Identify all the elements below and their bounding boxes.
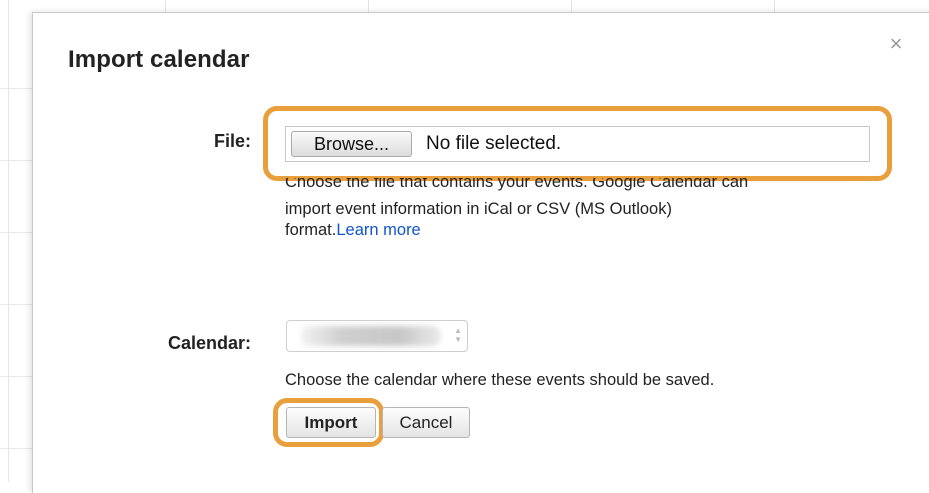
calendar-label: Calendar: [167, 333, 251, 353]
import-button-highlight [273, 398, 384, 447]
calendar-select[interactable]: ▲ ▼ [286, 320, 468, 352]
learn-more-link[interactable]: Learn more [336, 221, 420, 239]
file-label: File: [213, 131, 251, 151]
blurred-calendar-name [301, 326, 441, 346]
cancel-button[interactable]: Cancel [382, 407, 470, 438]
file-input-highlight [263, 106, 892, 181]
calendar-help-text: Choose the calendar where these events s… [285, 371, 715, 389]
select-arrows-icon: ▲ ▼ [454, 326, 462, 344]
dialog-title: Import calendar [68, 46, 250, 73]
file-help-line-2: import event information in iCal or CSV … [285, 200, 672, 218]
file-help-text: Choose the file that contains your event… [285, 178, 885, 241]
close-icon[interactable]: × [885, 33, 907, 55]
file-help-line-3: format. [285, 221, 337, 239]
file-help-line-1: Choose the file that contains your event… [285, 178, 749, 191]
import-calendar-dialog: Import calendar × File: Browse... No fil… [32, 12, 929, 493]
